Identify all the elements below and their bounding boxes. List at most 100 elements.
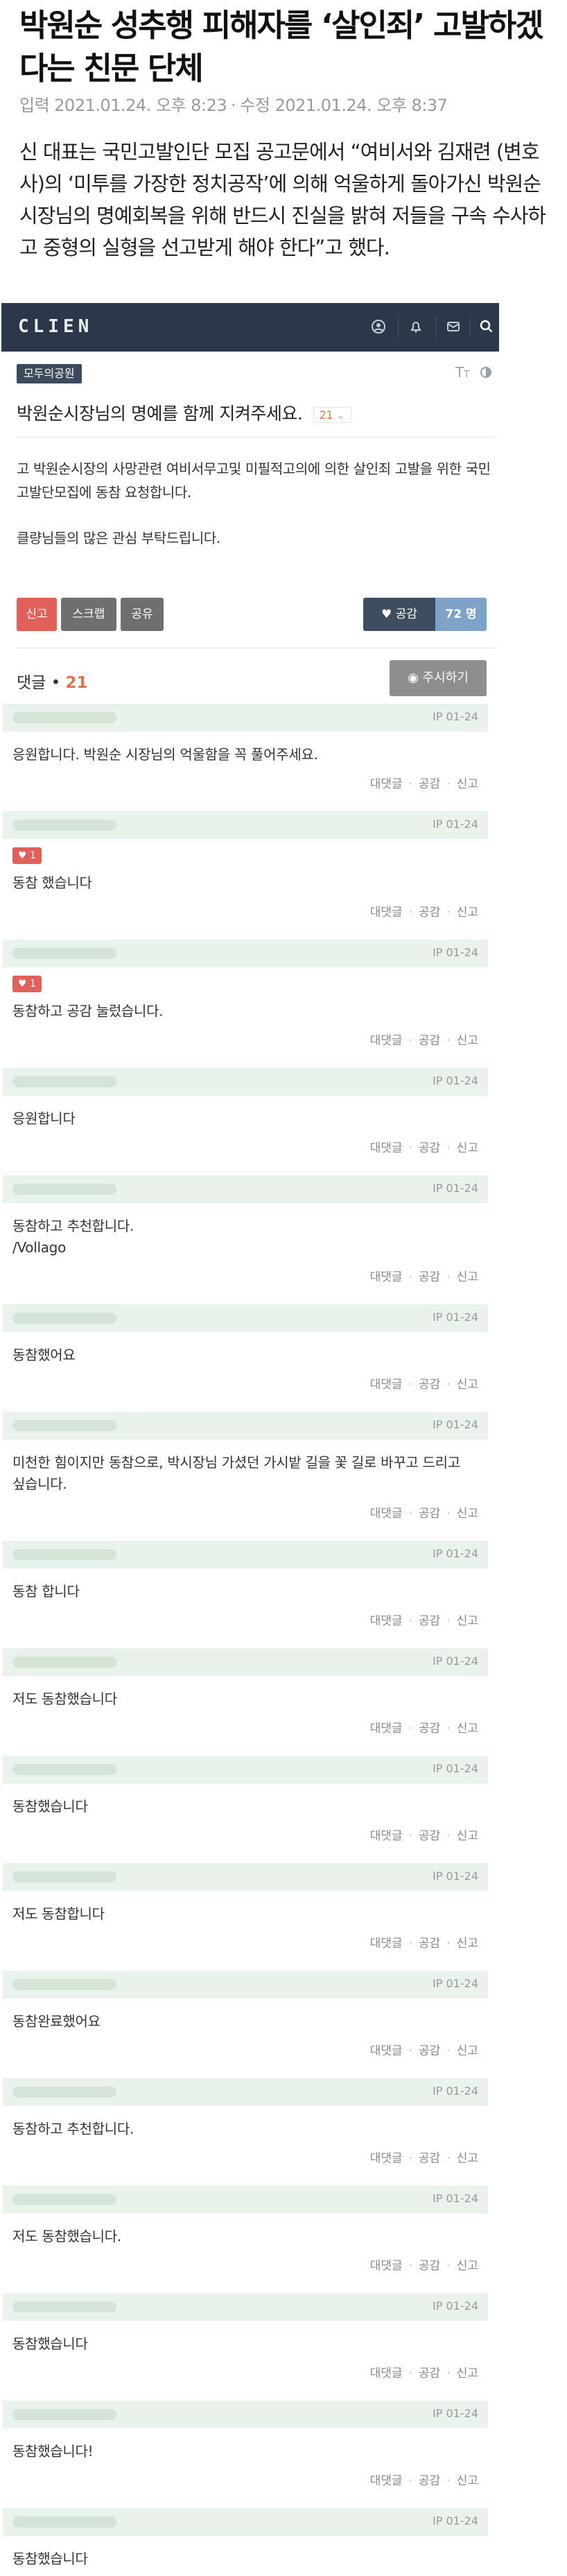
comment-header-bar: IP 01-24 [3,704,488,732]
reply-link[interactable]: 대댓글 [370,1829,403,1843]
comment-author-blurred[interactable] [12,820,116,831]
heart-icon: ♥ [18,850,27,861]
comment-ip-date: IP 01-24 [433,2407,478,2420]
comment-author-blurred[interactable] [12,1657,116,1668]
comment-like-link[interactable]: 공감 [419,1937,440,1951]
comment-text: 동참하고 추천합니다. [12,2120,134,2137]
reply-link[interactable]: 대댓글 [370,1614,403,1628]
comment-item: IP 01-24 저도 동참합니다 대댓글 · 공감 · 신고 [3,1863,488,1961]
reply-link[interactable]: 대댓글 [370,2044,403,2058]
comment-report-link[interactable]: 신고 [457,1507,478,1521]
comment-like-link[interactable]: 공감 [419,2152,440,2166]
comment-report-link[interactable]: 신고 [457,2474,478,2488]
watch-button[interactable]: ◉ 주시하기 [390,660,487,696]
comment-author-blurred[interactable] [12,1979,116,1990]
comment-report-link[interactable]: 신고 [457,1141,478,1155]
comment-like-link[interactable]: 공감 [419,1829,440,1843]
comment-ip-date: IP 01-24 [433,1182,478,1195]
scrap-button[interactable]: 스크랩 [61,598,116,631]
comment-like-link[interactable]: 공감 [419,2474,440,2488]
comment-like-link[interactable]: 공감 [419,2367,440,2380]
comment-author-blurred[interactable] [12,1872,116,1883]
reply-link[interactable]: 대댓글 [370,1378,403,1392]
comment-like-link[interactable]: 공감 [419,1141,440,1155]
mail-icon[interactable] [445,319,462,336]
comment-author-blurred[interactable] [12,2086,116,2098]
comment-actions: 대댓글 · 공감 · 신고 [369,1141,478,1155]
board-tag[interactable]: 모두의공원 [17,364,82,383]
comment-like-link[interactable]: 공감 [419,1378,440,1392]
font-size-icon[interactable]: TT [455,364,469,381]
comment-author-blurred[interactable] [12,2516,116,2527]
comment-item: IP 01-24 응원합니다 대댓글 · 공감 · 신고 [3,1068,488,1166]
comment-author-blurred[interactable] [12,2409,116,2420]
comment-item: IP 01-24 동참했습니다대댓글·공감·신고 [3,2293,488,2391]
comment-actions: 대댓글 · 공감 · 신고 [369,2259,478,2273]
comment-like-link[interactable]: 공감 [419,1722,440,1736]
comment-ip-date: IP 01-24 [433,946,478,959]
reply-link[interactable]: 대댓글 [370,777,403,791]
comment-ip-date: IP 01-24 [433,2299,478,2313]
share-button[interactable]: 공유 [121,598,164,631]
comment-like-link[interactable]: 공감 [419,1270,440,1284]
reply-link[interactable]: 대댓글 [370,2367,403,2380]
reply-link[interactable]: 대댓글 [370,1141,403,1155]
comment-report-link[interactable]: 신고 [457,1614,478,1628]
like-button[interactable]: ♥ 공감 [363,598,435,631]
comment-report-link[interactable]: 신고 [457,1270,478,1284]
search-icon[interactable] [478,319,495,336]
reply-link[interactable]: 대댓글 [370,1270,403,1284]
comment-author-blurred[interactable] [12,1313,116,1324]
comment-author-blurred[interactable] [12,948,116,959]
reply-link[interactable]: 대댓글 [370,1034,403,1048]
bell-icon[interactable] [408,319,424,336]
comment-report-link[interactable]: 신고 [457,1937,478,1951]
comment-like-link[interactable]: 공감 [419,777,440,791]
comment-like-link[interactable]: 공감 [419,1614,440,1628]
article-headline: 박원순 성추행 피해자를 ‘살인죄’ 고발하겠다는 친문 단체 [19,7,544,87]
comment-text: 동참했습니다 [12,2335,88,2352]
comment-like-link[interactable]: 공감 [419,906,440,919]
comment-report-link[interactable]: 신고 [457,1722,478,1736]
comment-header-bar: IP 01-24 [3,1541,488,1568]
comment-text: 동참하고 공감 눌렀습니다. [12,1003,164,1019]
reply-link[interactable]: 대댓글 [370,1722,403,1736]
reply-link[interactable]: 대댓글 [370,906,403,919]
comment-report-link[interactable]: 신고 [457,1829,478,1843]
contrast-icon[interactable] [480,364,492,382]
comment-author-blurred[interactable] [12,1549,116,1560]
comment-report-link[interactable]: 신고 [457,2044,478,2058]
comment-report-link[interactable]: 신고 [457,2152,478,2166]
user-icon[interactable] [370,319,387,336]
comment-author-blurred[interactable] [12,712,116,723]
comment-like-link[interactable]: 공감 [419,2044,440,2058]
comment-report-link[interactable]: 신고 [457,1034,478,1048]
reply-link[interactable]: 대댓글 [370,2259,403,2273]
comment-text: 미천한 힘이지만 동참으로, 박시장님 가셨던 가시밭 길을 꽃 길로 바꾸고 … [12,1454,460,1492]
comment-report-link[interactable]: 신고 [457,2367,478,2380]
reply-link[interactable]: 대댓글 [370,2152,403,2166]
comment-report-link[interactable]: 신고 [457,1378,478,1392]
reply-link[interactable]: 대댓글 [370,1937,403,1951]
reply-link[interactable]: 대댓글 [370,1507,403,1521]
comment-like-link[interactable]: 공감 [419,1034,440,1048]
comment-report-link[interactable]: 신고 [457,906,478,919]
comment-like-link[interactable]: 공감 [419,2259,440,2273]
comment-ip-date: IP 01-24 [433,1762,478,1775]
comment-author-blurred[interactable] [12,2301,116,2313]
comment-report-link[interactable]: 신고 [457,2259,478,2273]
comment-ip-date: IP 01-24 [433,1977,478,1990]
comment-author-blurred[interactable] [12,1420,116,1431]
report-button[interactable]: 신고 [17,598,57,631]
comment-author-blurred[interactable] [12,2194,116,2205]
comment-author-blurred[interactable] [12,1076,116,1087]
comment-author-blurred[interactable] [12,1184,116,1195]
comment-header-bar: IP 01-24 [3,1412,488,1440]
comment-report-link[interactable]: 신고 [457,777,478,791]
site-logo[interactable]: CLIEN [18,316,93,337]
post-comment-count[interactable]: 21 ⌄ [313,406,351,423]
reply-link[interactable]: 대댓글 [370,2474,403,2488]
comment-like-link[interactable]: 공감 [419,1507,440,1521]
comment-author-blurred[interactable] [12,1764,116,1775]
comment-like-badge: ♥ 1 [12,847,42,864]
